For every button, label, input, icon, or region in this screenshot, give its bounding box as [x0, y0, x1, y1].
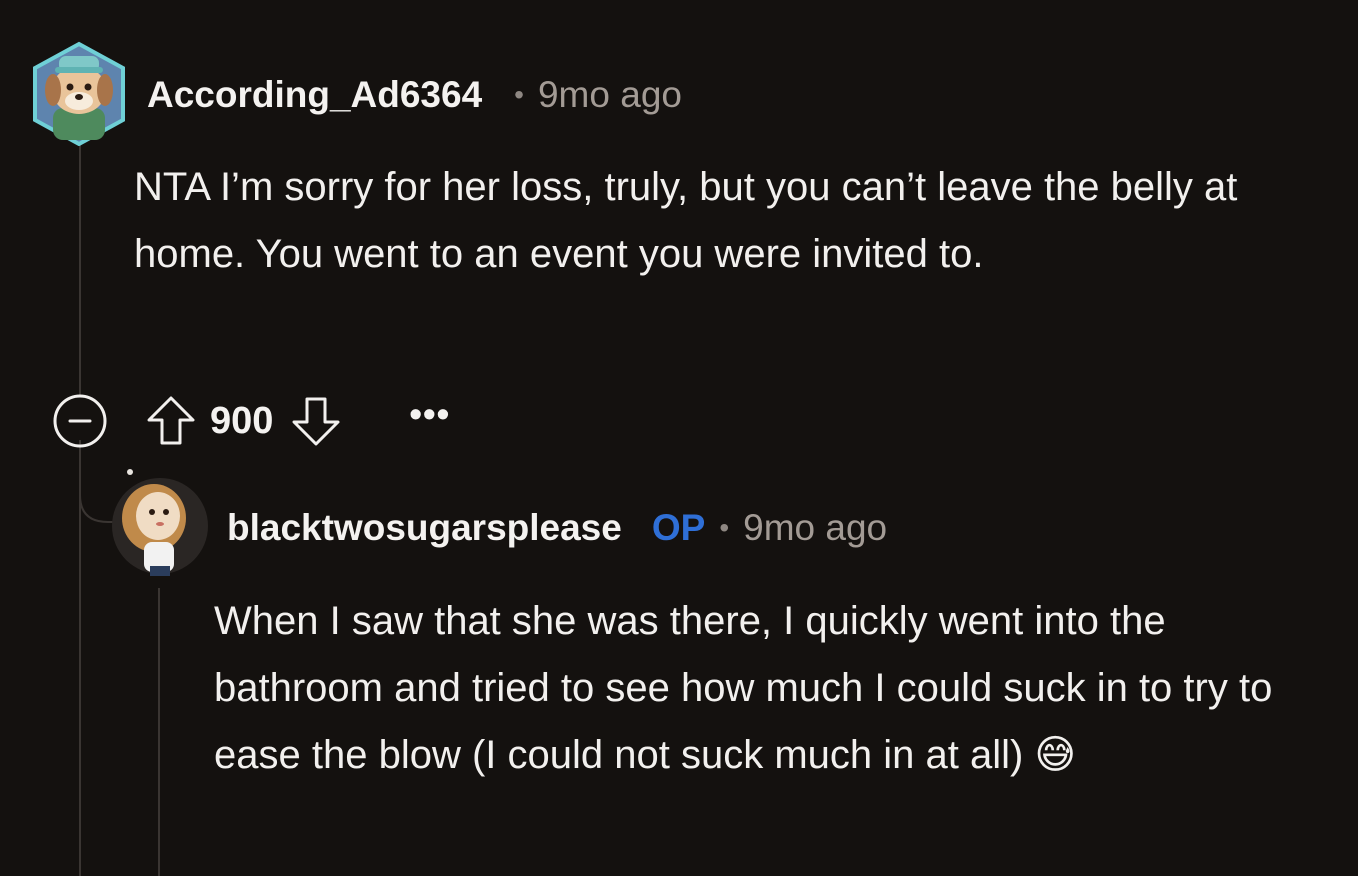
meta-separator: •	[514, 79, 524, 110]
reply-avatar[interactable]	[110, 468, 210, 578]
timestamp[interactable]: 9mo ago	[538, 74, 682, 116]
reply-meta-separator: •	[719, 512, 730, 543]
action-bar: 900 •••	[52, 392, 450, 450]
thread-line-reply	[158, 588, 160, 876]
more-options-icon[interactable]: •••	[409, 396, 450, 446]
upvote-arrow-icon[interactable]	[146, 395, 196, 447]
username[interactable]: According_Ad6364	[147, 74, 482, 116]
collapse-minus-icon[interactable]	[52, 393, 108, 449]
comment-body: NTA I’m sorry for her loss, truly, but y…	[134, 165, 1238, 276]
reply-username[interactable]: blacktwosugarsplease	[227, 507, 622, 549]
op-badge: OP	[651, 507, 706, 548]
reply-body: When I saw that she was there, I quickly…	[214, 599, 1273, 777]
comment-meta: According_Ad6364 • 9mo ago	[147, 70, 682, 120]
vote-score: 900	[210, 399, 274, 442]
avatar[interactable]	[31, 38, 127, 146]
reply-timestamp[interactable]: 9mo ago	[743, 507, 887, 549]
downvote-arrow-icon[interactable]	[291, 395, 341, 447]
thread-line-main	[79, 145, 81, 395]
reply-meta: blacktwosugarsplease OP • 9mo ago	[227, 503, 887, 553]
